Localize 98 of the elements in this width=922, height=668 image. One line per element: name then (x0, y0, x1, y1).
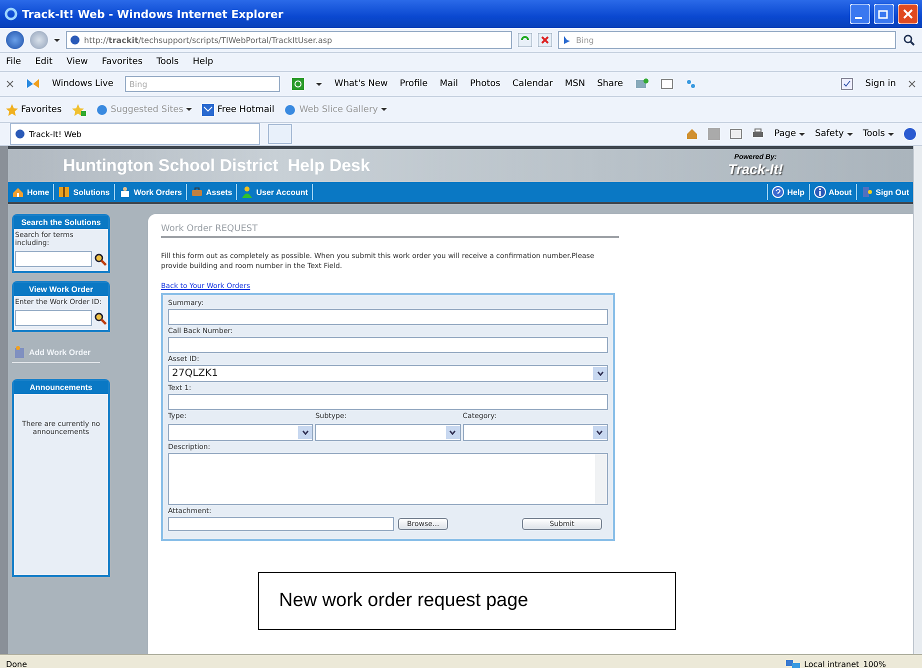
add-favorite-icon[interactable] (72, 104, 86, 116)
caption-text: New work order request page (258, 572, 676, 630)
window-icon[interactable] (661, 79, 674, 89)
minimize-icon[interactable] (850, 4, 870, 24)
nav-link[interactable]: Home (8, 184, 54, 200)
menu-item[interactable]: View (66, 57, 88, 67)
panel-title: Announcements (14, 381, 108, 394)
toolbar-link[interactable]: Share (597, 79, 624, 89)
search-icon[interactable] (94, 252, 107, 266)
home-icon[interactable] (686, 128, 698, 140)
input-field[interactable] (168, 309, 608, 325)
chevron-icon (596, 430, 604, 435)
address-field[interactable]: http://trackit/techsupport/scripts/TIWebPortal/TrackItUser.asp (66, 31, 512, 49)
menu-item[interactable]: Tools (156, 57, 179, 67)
input-field[interactable] (15, 310, 92, 326)
search-icon[interactable] (902, 33, 916, 47)
toolbox-icon (191, 186, 203, 198)
toolbar-link[interactable]: MSN (564, 79, 586, 89)
people-icon[interactable] (685, 78, 698, 90)
scrollbar[interactable] (913, 146, 922, 654)
text-area[interactable] (168, 453, 608, 505)
page-icon (15, 129, 25, 139)
nav-link[interactable]: Solutions (54, 184, 115, 200)
person-icon (118, 186, 131, 198)
input-field[interactable] (15, 251, 92, 267)
restore-icon[interactable] (874, 4, 894, 24)
checkbox-icon[interactable] (841, 78, 854, 90)
dropdown-field[interactable] (315, 424, 461, 441)
chevron-icon (596, 371, 604, 376)
toolbar-link[interactable]: Mail (440, 79, 458, 89)
forward-button[interactable] (30, 31, 48, 49)
mail-icon[interactable] (730, 129, 742, 139)
favorites-button[interactable]: Favorites (6, 104, 62, 116)
menu-item[interactable]: Edit (35, 57, 52, 67)
menu-item[interactable]: Help (192, 57, 214, 67)
network-icon (786, 659, 800, 668)
chevron-icon (302, 430, 309, 435)
close-icon[interactable] (908, 80, 916, 88)
toolbar-link[interactable]: What's New (334, 79, 388, 89)
panel-title: View Work Order (14, 283, 108, 296)
logo: Track-It! (728, 161, 783, 177)
toolbar-link[interactable]: Profile (400, 79, 428, 89)
menu-item[interactable]: File (6, 57, 22, 67)
user-icon (241, 186, 254, 198)
command-menu[interactable]: Safety (815, 129, 853, 139)
toolbar-brand: Windows Live (52, 79, 114, 89)
contacts-icon[interactable] (635, 78, 650, 90)
input-field[interactable] (168, 394, 608, 410)
web-page-icon (96, 104, 108, 116)
nav-link[interactable]: Work Orders (114, 184, 187, 200)
house-icon (12, 186, 24, 198)
input-field[interactable] (168, 517, 394, 531)
sign-in-link[interactable]: Sign in (865, 79, 896, 89)
info-icon (814, 186, 826, 198)
search-placeholder: Bing (576, 36, 594, 44)
command-menu[interactable]: Page (774, 129, 806, 139)
browser-icon (4, 7, 18, 21)
printer-icon[interactable] (752, 128, 764, 140)
butterfly-icon (26, 78, 40, 90)
new-tab-button[interactable] (268, 124, 292, 144)
caret-icon[interactable] (54, 38, 60, 42)
panel-title: Search the Solutions (14, 216, 108, 229)
document-icon (15, 346, 25, 358)
book-icon (58, 186, 70, 198)
favorites-link[interactable]: Free Hotmail (202, 104, 274, 116)
bing-icon (562, 35, 572, 45)
nav-link[interactable]: About (808, 184, 856, 200)
star-icon (6, 104, 18, 116)
toolbar-link[interactable]: Photos (470, 79, 500, 89)
door-icon (860, 186, 873, 198)
security-zone: Local intranet (804, 660, 860, 668)
menu-item[interactable]: Favorites (102, 57, 143, 67)
caret-icon[interactable] (316, 82, 322, 86)
status-text: Done (6, 660, 28, 668)
window-title: Track-It! Web - Windows Internet Explorer (22, 8, 284, 20)
dropdown-field[interactable] (462, 424, 608, 441)
nav-link[interactable]: User Account (237, 184, 313, 200)
back-button[interactable] (6, 31, 24, 49)
site-title: Huntington School District Help Desk (63, 156, 371, 176)
mail-icon (202, 104, 214, 116)
web-page-icon (284, 104, 296, 116)
refresh-icon[interactable] (518, 33, 532, 47)
browser-tab[interactable]: Track-It! Web (10, 123, 260, 145)
dropdown-field[interactable]: 27QLZK1 (168, 365, 608, 382)
nav-link[interactable]: Assets (187, 184, 238, 200)
command-menu[interactable]: Tools (862, 129, 894, 139)
page-icon (70, 35, 80, 45)
input-field[interactable] (168, 337, 608, 353)
search-icon[interactable] (94, 312, 107, 324)
scrollbar[interactable] (595, 454, 607, 504)
stop-icon[interactable] (538, 33, 552, 47)
chevron-icon (449, 430, 456, 435)
dropdown-field[interactable] (168, 424, 314, 441)
toolbar-link[interactable]: Calendar (512, 79, 553, 89)
close-icon[interactable] (6, 80, 14, 88)
zoom-level[interactable]: 100% (863, 660, 886, 668)
form-title: Work Order REQUEST (161, 224, 619, 238)
nav-link[interactable]: Help (767, 184, 809, 200)
